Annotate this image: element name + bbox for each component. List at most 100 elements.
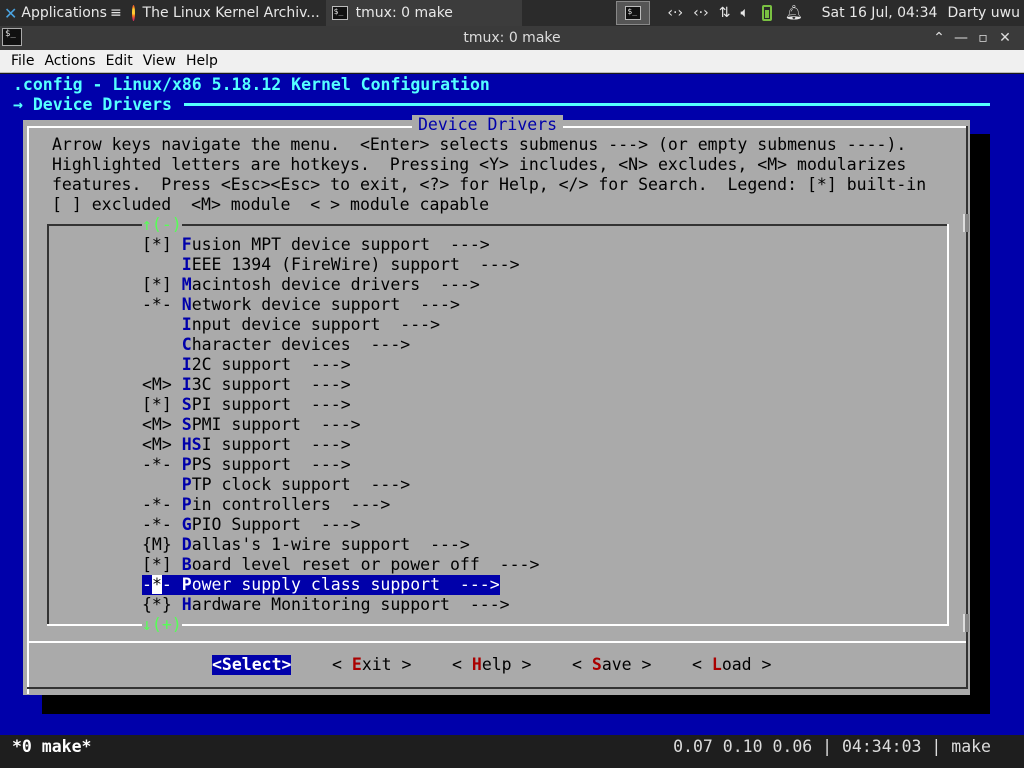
network-icon[interactable]: ‹·› [667, 5, 683, 21]
menu-item-state[interactable] [142, 355, 172, 374]
select-button[interactable]: <Select> [212, 655, 292, 675]
minimize-icon[interactable]: — [950, 30, 972, 46]
menu-item[interactable]: {M} Dallas's 1-wire support ---> [142, 535, 470, 555]
menu-item-state[interactable]: {M} [142, 535, 172, 554]
scroll-marker [963, 614, 969, 632]
menu-file[interactable]: File [6, 53, 39, 69]
scroll-down-indicator[interactable]: ↓(+) [142, 615, 182, 635]
tmux-window-name[interactable]: *0 make* [12, 737, 91, 757]
menu-item-state[interactable]: -*- [142, 515, 172, 534]
menu-item-hotkey: I [181, 375, 192, 394]
menu-view[interactable]: View [138, 53, 181, 69]
window-controls: ⌃ — ▫ ✕ [928, 26, 1016, 50]
close-icon[interactable]: ✕ [994, 30, 1016, 46]
menu-item[interactable]: PTP clock support ---> [142, 475, 410, 495]
menu-item-label: haracter devices ---> [191, 335, 411, 354]
applications-menu[interactable]: ✕ Applications ≡ [0, 0, 126, 26]
menu-item[interactable]: <M> SPMI support ---> [142, 415, 361, 435]
battery-icon[interactable] [761, 5, 772, 21]
menu-item[interactable]: Character devices ---> [142, 335, 410, 355]
menu-item-state[interactable]: <M> [142, 415, 172, 434]
notification-bell-icon[interactable]: 🔔︎ [785, 5, 803, 21]
network-icon[interactable]: ‹·› [693, 5, 709, 21]
maximize-up-icon[interactable]: ⌃ [928, 30, 950, 46]
user-menu[interactable]: Darty uwu [947, 5, 1020, 21]
menu-item-label: I support ---> [201, 435, 351, 454]
menu-item[interactable]: -*- PPS support ---> [142, 455, 351, 475]
button-hotkey: L [711, 655, 722, 674]
menu-item-state[interactable]: [*] [142, 395, 172, 414]
menu-item-state[interactable]: [*] [142, 275, 172, 294]
header-rule [184, 103, 990, 106]
menu-help[interactable]: Help [181, 53, 223, 69]
load-button[interactable]: < Load > [692, 655, 771, 675]
menu-item[interactable]: [*] Fusion MPT device support ---> [142, 235, 490, 255]
taskbar-item-label: tmux: 0 make [355, 5, 453, 21]
menu-item-state[interactable]: -*- [142, 495, 172, 514]
menu-item[interactable]: [*] Board level reset or power off ---> [142, 555, 539, 575]
menu-item-state[interactable]: {*} [142, 595, 172, 614]
menu-item-hotkey: I [181, 315, 192, 334]
button-bracket: < [452, 655, 472, 674]
menu-item-state[interactable]: -*- [142, 575, 172, 594]
system-tray: $_ ‹·› ‹·› ⇅ 🔈︎ 🔔︎ Sat 16 Jul, 04:34 Dar… [616, 0, 1024, 26]
menu-item[interactable]: [*] SPI support ---> [142, 395, 351, 415]
scroll-up-indicator[interactable]: ↑(-) [142, 215, 182, 235]
menu-item-hotkey: G [181, 515, 192, 534]
taskbar-item-terminal[interactable]: $_ tmux: 0 make [325, 0, 522, 26]
menu-item-label: 2C support ---> [191, 355, 351, 374]
terminal-area[interactable]: .config - Linux/x86 5.18.12 Kernel Confi… [0, 74, 1024, 735]
menu-item-state[interactable]: <M> [142, 435, 172, 454]
button-hotkey: S [591, 655, 602, 674]
clock[interactable]: Sat 16 Jul, 04:34 [822, 5, 938, 21]
menu-item-hotkey: P [181, 495, 192, 514]
save-button[interactable]: < Save > [572, 655, 651, 675]
menu-item-hotkey: I [181, 255, 192, 274]
menu-item-state[interactable] [142, 315, 172, 334]
menu-item[interactable]: <M> I3C support ---> [142, 375, 351, 395]
menu-item-hotkey: F [181, 235, 192, 254]
text-cursor: * [151, 575, 162, 594]
transfer-arrows-icon[interactable]: ⇅ [719, 5, 731, 21]
menu-item[interactable]: <M> HSI support ---> [142, 435, 351, 455]
menu-item-state[interactable]: <M> [142, 375, 172, 394]
terminal-icon[interactable]: $_ [2, 28, 22, 46]
restore-icon[interactable]: ▫ [972, 30, 994, 46]
menu-actions[interactable]: Actions [39, 53, 100, 69]
menu-item[interactable]: -*- GPIO Support ---> [142, 515, 361, 535]
button-label: xit > [361, 655, 412, 674]
menu-item-label: TP clock support ---> [191, 475, 411, 494]
menu-item[interactable]: -*- Network device support ---> [142, 295, 460, 315]
menu-item-state[interactable]: [*] [142, 555, 172, 574]
menu-item-label: in controllers ---> [191, 495, 391, 514]
menu-item[interactable]: I2C support ---> [142, 355, 351, 375]
menu-item-hotkey: D [181, 535, 192, 554]
menu-item-label: 3C support ---> [191, 375, 351, 394]
help-button[interactable]: < Help > [452, 655, 531, 675]
menu-item-label: PI support ---> [191, 395, 351, 414]
taskbar-item-firefox[interactable]: The Linux Kernel Archiv... [126, 0, 326, 26]
menu-item-hotkey: S [181, 415, 192, 434]
menu-item-state[interactable] [142, 335, 172, 354]
config-header-title: .config - Linux/x86 5.18.12 Kernel Confi… [13, 75, 490, 94]
menu-item-state[interactable] [142, 255, 172, 274]
button-label: elp > [481, 655, 532, 674]
menu-item-state[interactable]: -*- [142, 295, 172, 314]
tray-terminal-button[interactable]: $_ [616, 1, 651, 25]
button-hotkey: E [351, 655, 362, 674]
volume-icon[interactable]: 🔈︎ [740, 5, 748, 21]
menu-item-selected[interactable]: -*- Power supply class support ---> [142, 575, 500, 595]
menu-edit[interactable]: Edit [101, 53, 138, 69]
menu-item-hotkey: P [181, 475, 192, 494]
menu-item-state[interactable] [142, 475, 172, 494]
menu-item[interactable]: {*} Hardware Monitoring support ---> [142, 595, 510, 615]
menu-item[interactable]: [*] Macintosh device drivers ---> [142, 275, 480, 295]
menu-item-state[interactable]: -*- [142, 455, 172, 474]
breadcrumb: → Device Drivers [13, 95, 174, 115]
window-titlebar[interactable]: $_ tmux: 0 make ⌃ — ▫ ✕ [0, 26, 1024, 50]
menu-item[interactable]: -*- Pin controllers ---> [142, 495, 390, 515]
menu-item[interactable]: Input device support ---> [142, 315, 440, 335]
menu-item[interactable]: IEEE 1394 (FireWire) support ---> [142, 255, 520, 275]
menu-item-state[interactable]: [*] [142, 235, 172, 254]
exit-button[interactable]: < Exit > [332, 655, 411, 675]
